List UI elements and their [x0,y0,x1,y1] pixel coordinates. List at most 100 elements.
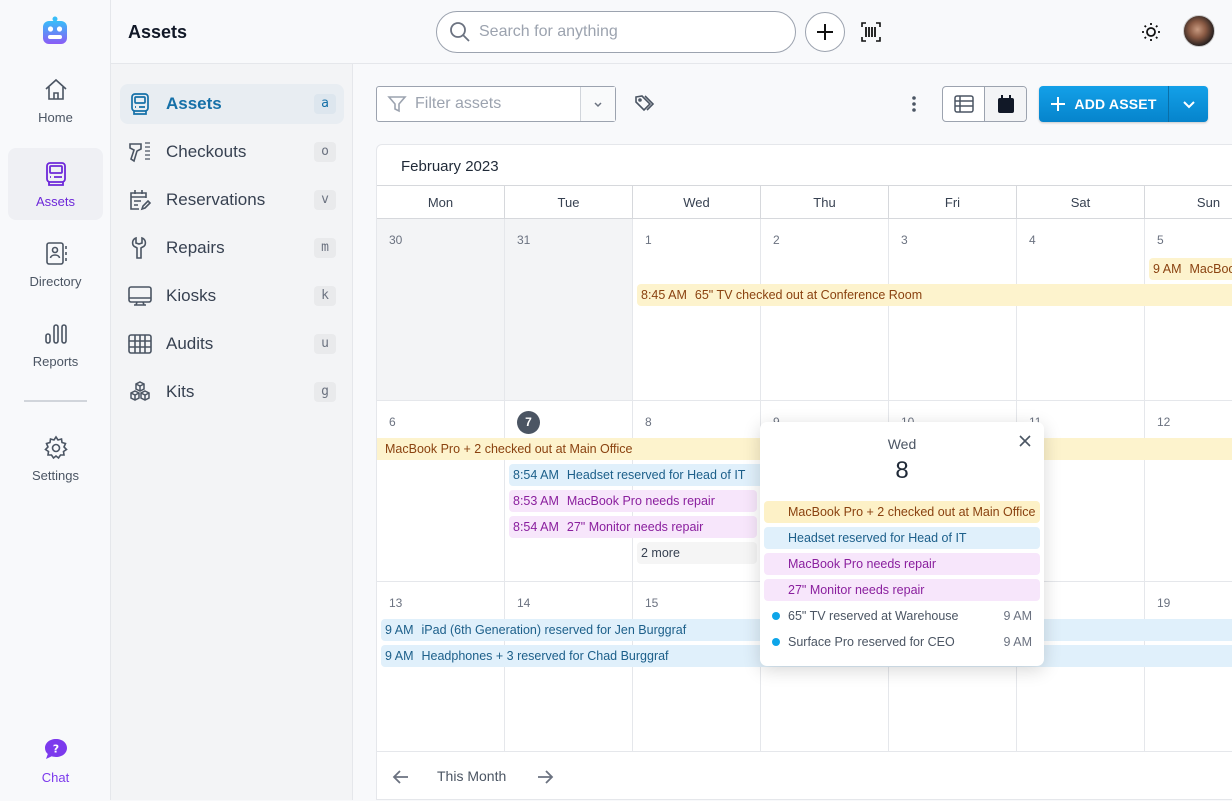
calendar-event[interactable]: 8:53 AMMacBook Pro needs repair [509,490,757,512]
next-month-button[interactable] [535,768,555,786]
filter-assets-combobox[interactable]: Filter assets [376,86,616,122]
app-logo-icon[interactable] [40,16,70,46]
event-time: 9 AM [1004,605,1033,627]
day-cell[interactable]: 4 [1017,219,1145,400]
shortcut-key: u [314,334,336,354]
calendar-view-button[interactable] [984,87,1026,121]
popover-day-number: 8 [760,457,1044,485]
event-title: Headset reserved for Head of IT [567,468,746,482]
asset-icon [128,92,152,116]
close-icon[interactable] [1016,432,1034,450]
day-number: 1 [645,233,652,247]
popover-event[interactable]: 27" Monitor needs repair [764,579,1040,601]
popover-event[interactable]: MacBook Pro needs repair [764,553,1040,575]
table-view-button[interactable] [943,87,984,121]
day-number: 8 [645,415,652,429]
day-cell[interactable]: 2 [761,219,889,400]
calendar-week: 30 31 1 2 3 4 5 9 AMMacBook Pro 8:45 AM6… [377,219,1232,401]
day-cell[interactable]: 31 [505,219,633,400]
rail-item-settings[interactable]: Settings [8,422,103,494]
subnav-item-repairs[interactable]: Repairs m [120,228,344,268]
day-cell[interactable]: 3 [889,219,1017,400]
search-input[interactable] [479,23,759,41]
barcode-scan-button[interactable] [859,20,883,44]
weekday-label: Thu [761,186,889,219]
rail-item-reports[interactable]: Reports [8,308,103,380]
day-cell[interactable]: 1 [633,219,761,400]
rail-item-assets[interactable]: Assets [8,148,103,220]
calendar-event[interactable]: 8:54 AMHeadset reserved for Head of IT [509,464,769,486]
audit-grid-icon [128,332,152,356]
user-avatar[interactable] [1183,15,1215,47]
shortcut-key: o [314,142,336,162]
quick-add-button[interactable] [805,12,845,52]
calendar-event[interactable]: 8:45 AM65" TV checked out at Conference … [637,284,1232,306]
scanner-icon [128,140,152,164]
subnav-item-checkouts[interactable]: Checkouts o [120,132,344,172]
day-events-popover: Wed 8 MacBook Pro + 2 checked out at Mai… [760,422,1044,666]
svg-text:?: ? [52,742,58,755]
subnav-label: Reservations [166,190,265,210]
add-asset-button[interactable]: ADD ASSET [1039,86,1168,122]
subnav-label: Checkouts [166,142,246,162]
arrow-left-icon [392,769,410,785]
event-title: Surface Pro reserved for CEO [788,635,955,649]
rail-item-chat[interactable]: ? Chat [8,724,103,796]
event-time: 9 AM [1153,262,1182,276]
rail-item-home[interactable]: Home [8,64,103,136]
day-number: 31 [517,233,530,247]
popover-event[interactable]: Headset reserved for Head of IT [764,527,1040,549]
popover-event[interactable]: MacBook Pro + 2 checked out at Main Offi… [764,501,1040,523]
weekday-label: Wed [633,186,761,219]
subnav-item-kiosks[interactable]: Kiosks k [120,276,344,316]
previous-month-button[interactable] [391,768,411,786]
more-vertical-icon [904,94,924,114]
search-icon [449,21,471,43]
subnav-item-assets[interactable]: Assets a [120,84,344,124]
filter-dropdown-button[interactable] [580,87,615,121]
subnav-item-kits[interactable]: Kits g [120,372,344,412]
this-month-button[interactable]: This Month [437,768,506,784]
subnav-item-audits[interactable]: Audits u [120,324,344,364]
add-asset-dropdown-button[interactable] [1168,86,1208,122]
popover-event[interactable]: Surface Pro reserved for CEO9 AM [764,631,1040,653]
weekday-label: Tue [505,186,633,219]
view-toggle [942,86,1027,122]
rail-item-directory[interactable]: Directory [8,228,103,300]
directory-icon [42,240,70,268]
day-cell[interactable]: 5 [1145,219,1232,400]
event-title: 65" TV checked out at Conference Room [695,288,922,302]
calendar-event[interactable]: 8:54 AM27" Monitor needs repair [509,516,757,538]
calendar-event[interactable]: 9 AMMacBook Pro [1149,258,1232,280]
day-number: 3 [901,233,908,247]
tags-icon [633,93,655,115]
global-search[interactable] [436,11,796,53]
event-title: iPad (6th Generation) reserved for Jen B… [422,623,687,637]
popover-event[interactable]: 65" TV reserved at Warehouse 9 AM [764,605,1040,627]
day-number: 14 [517,596,530,610]
tags-button[interactable] [632,93,656,115]
asset-icon [42,160,70,188]
gear-icon [42,434,70,462]
rail-divider [24,400,87,402]
plus-icon [815,22,835,42]
day-number: 13 [389,596,402,610]
chevron-down-icon [1182,97,1196,111]
subnav-label: Assets [166,94,222,114]
day-cell[interactable]: 12 [1145,401,1232,581]
subnav-item-reservations[interactable]: Reservations v [120,180,344,220]
rail-item-label: Chat [42,770,69,785]
more-events-link[interactable]: 2 more [637,542,757,564]
event-title: MacBook Pro needs repair [567,494,715,508]
add-asset-split-button: ADD ASSET [1039,86,1208,122]
arrow-right-icon [536,769,554,785]
event-title: MacBook Pro + 2 checked out at Main Offi… [385,442,632,456]
day-cell[interactable]: 6 [377,401,505,581]
filter-input[interactable]: Filter assets [377,87,580,121]
event-title: 65" TV reserved at Warehouse [788,609,959,623]
more-options-button[interactable] [904,94,924,114]
app-rail: Home Assets Directory Reports Settings ?… [0,0,111,800]
filter-icon [387,94,407,114]
day-cell[interactable]: 30 [377,219,505,400]
theme-toggle-button[interactable] [1141,22,1161,42]
